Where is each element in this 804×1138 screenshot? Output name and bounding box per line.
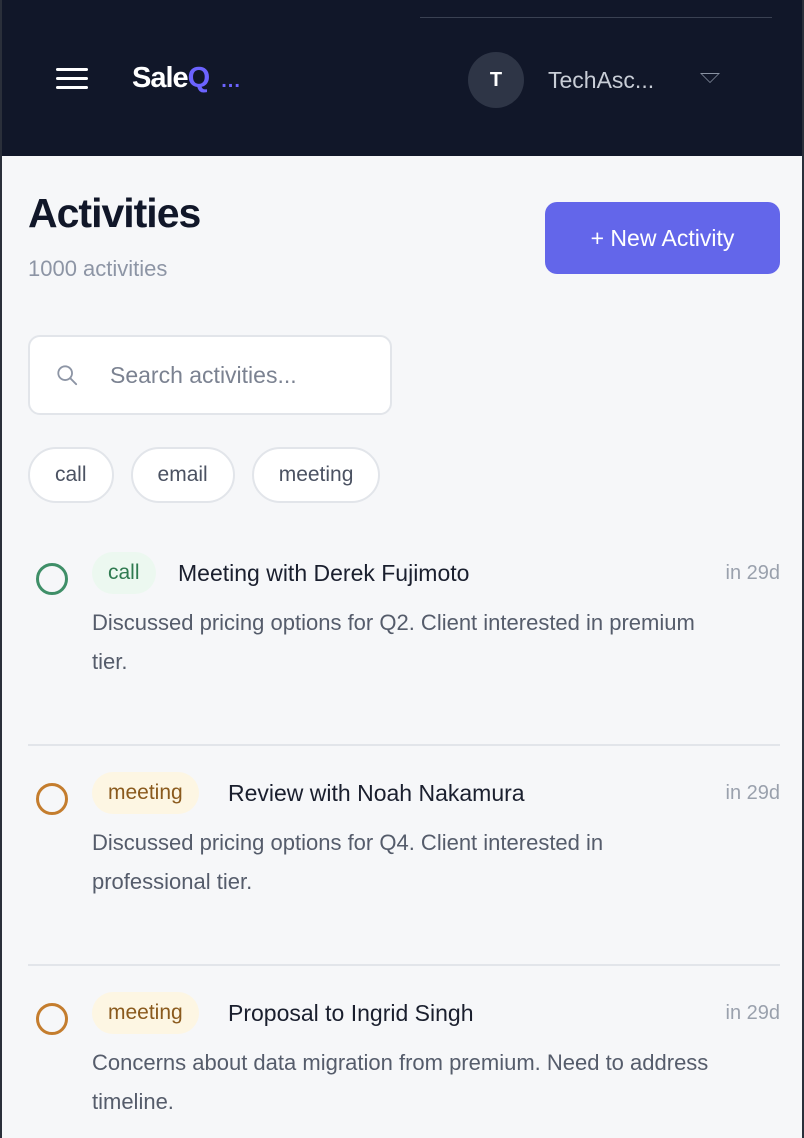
activity-count: 1000 activities: [28, 256, 168, 281]
app-logo[interactable]: Sale Q...: [132, 62, 241, 98]
avatar: T: [468, 52, 524, 108]
activity-type-tag: meeting: [92, 992, 199, 1034]
activity-type-tag: meeting: [92, 772, 199, 814]
activity-type-tag: call: [92, 552, 156, 594]
top-divider: [420, 17, 772, 18]
activity-item[interactable]: meeting Proposal to Ingrid Singh in 29d …: [28, 992, 780, 1138]
activity-title[interactable]: Proposal to Ingrid Singh: [228, 1000, 474, 1027]
search-input[interactable]: [110, 351, 380, 399]
filter-chip-call[interactable]: call: [28, 447, 114, 503]
search-icon: [57, 365, 78, 386]
activity-description: Concerns about data migration from premi…: [92, 1050, 709, 1114]
divider: [28, 964, 780, 966]
user-menu[interactable]: T TechAsc...: [468, 52, 720, 108]
activity-item[interactable]: meeting Review with Noah Nakamura in 29d…: [28, 772, 780, 922]
activity-time: in 29d: [725, 1002, 781, 1024]
filter-chip-email[interactable]: email: [130, 447, 235, 503]
activity-title[interactable]: Meeting with Derek Fujimoto: [178, 560, 469, 587]
search-box: [28, 335, 392, 415]
activity-time: in 29d: [725, 782, 781, 804]
activity-description: Discussed pricing options for Q2. Client…: [92, 610, 695, 674]
activity-description: Discussed pricing options for Q4. Client…: [92, 830, 604, 894]
activity-item[interactable]: call Meeting with Derek Fujimoto in 29d …: [28, 552, 780, 702]
activity-time: in 29d: [725, 562, 781, 584]
filter-chip-meeting[interactable]: meeting: [251, 447, 381, 503]
divider: [28, 744, 780, 746]
top-bar: Sale Q... T TechAsc...: [2, 0, 802, 156]
status-toggle[interactable]: [36, 1003, 68, 1035]
username: TechAsc...: [548, 66, 655, 93]
page-title: Activities: [28, 190, 201, 236]
app-frame: Sale Q... T TechAsc... Activities 1000 ac…: [0, 0, 804, 1138]
logo-dots: ...: [221, 70, 241, 92]
chevron-down-icon: [700, 73, 720, 83]
status-toggle[interactable]: [36, 783, 68, 815]
menu-icon[interactable]: [56, 66, 88, 92]
filter-chips: call email meeting: [28, 447, 381, 503]
new-activity-button[interactable]: + New Activity: [545, 202, 780, 274]
logo-text: Sale: [132, 62, 189, 94]
logo-accent: Q: [187, 62, 211, 94]
status-toggle[interactable]: [36, 563, 68, 595]
activity-title[interactable]: Review with Noah Nakamura: [228, 780, 525, 807]
